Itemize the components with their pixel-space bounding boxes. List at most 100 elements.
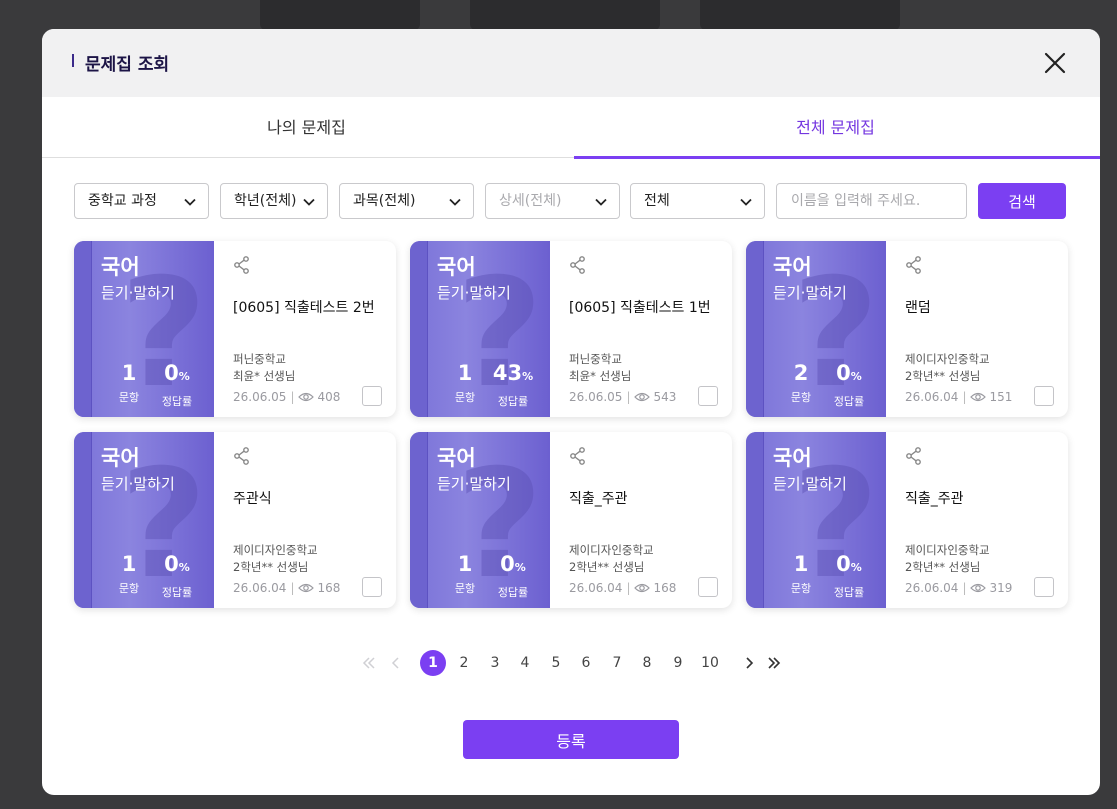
register-button[interactable]: 등록 — [463, 720, 679, 759]
modal-header: 문제집 조회 — [42, 29, 1100, 97]
grade-select-value: 학년(전체) — [234, 193, 297, 209]
card-subject: 국어 — [101, 446, 140, 470]
detail-select[interactable]: 상세(전체) — [485, 183, 620, 219]
select-checkbox[interactable] — [362, 577, 382, 597]
book-spine — [74, 432, 92, 608]
eye-icon — [298, 583, 315, 593]
card-views: 319 — [989, 581, 1013, 595]
tab-my-sets[interactable]: 나의 문제집 — [42, 97, 571, 158]
card-date: 26.06.05 — [233, 390, 287, 404]
search-input[interactable] — [776, 183, 967, 219]
card-title: 주관식 — [233, 491, 272, 507]
select-checkbox[interactable] — [698, 577, 718, 597]
page-3[interactable]: 3 — [482, 650, 508, 676]
prev-page-button[interactable] — [383, 650, 409, 676]
share-icon[interactable] — [232, 255, 252, 275]
meta-separator: | — [290, 581, 295, 595]
course-select-value: 중학교 과정 — [88, 193, 157, 209]
correct-rate: 0% 정답률 — [156, 361, 198, 409]
problem-set-card[interactable]: ? 국어 듣기·말하기 1 문항 0% 정답률 [0605] 직출테스트 2번 … — [74, 241, 396, 417]
background-tab — [470, 0, 660, 30]
share-icon[interactable] — [568, 446, 588, 466]
tab-bar: 나의 문제집 전체 문제집 — [42, 97, 1100, 159]
page-10[interactable]: 10 — [695, 650, 725, 676]
book-spine — [410, 241, 428, 417]
page-5[interactable]: 5 — [543, 650, 569, 676]
card-teacher: 2학년** 선생님 — [905, 369, 981, 383]
eye-icon — [970, 583, 987, 593]
subject-select[interactable]: 과목(전체) — [339, 183, 474, 219]
detail-select-value: 상세(전체) — [499, 193, 562, 209]
eye-icon — [970, 392, 987, 402]
card-meta: 26.06.04 | 151 — [905, 390, 1012, 404]
problem-set-card[interactable]: ? 국어 듣기·말하기 1 문항 0% 정답률 주관식 제이디자인중학교 2학년… — [74, 432, 396, 608]
tab-all-sets[interactable]: 전체 문제집 — [571, 97, 1100, 159]
correct-rate: 43% 정답률 — [488, 361, 538, 409]
card-subcategory: 듣기·말하기 — [101, 475, 175, 493]
select-checkbox[interactable] — [1034, 386, 1054, 406]
page-8[interactable]: 8 — [634, 650, 660, 676]
share-icon[interactable] — [904, 446, 924, 466]
share-icon[interactable] — [232, 446, 252, 466]
next-page-button[interactable] — [736, 650, 762, 676]
card-meta: 26.06.04 | 168 — [233, 581, 340, 595]
page-7[interactable]: 7 — [604, 650, 630, 676]
card-school: 퍼닌중학교 — [569, 352, 622, 366]
page-1[interactable]: 1 — [420, 650, 446, 676]
card-cover: ? 국어 듣기·말하기 1 문항 0% 정답률 — [74, 432, 214, 608]
card-subcategory: 듣기·말하기 — [437, 475, 511, 493]
card-subcategory: 듣기·말하기 — [101, 284, 175, 302]
correct-rate: 0% 정답률 — [156, 552, 198, 600]
percent-sign: % — [178, 561, 190, 574]
chevron-down-icon — [449, 198, 461, 206]
share-icon[interactable] — [904, 255, 924, 275]
card-title: 직출_주관 — [569, 491, 628, 507]
card-teacher: 2학년** 선생님 — [233, 560, 309, 574]
card-views: 151 — [989, 390, 1013, 404]
card-cover: ? 국어 듣기·말하기 1 문항 43% 정답률 — [410, 241, 550, 417]
question-count-value: 1 — [121, 552, 137, 576]
card-teacher: 2학년** 선생님 — [905, 560, 981, 574]
card-views: 543 — [653, 390, 677, 404]
card-views: 408 — [317, 390, 341, 404]
scope-select[interactable]: 전체 — [630, 183, 765, 219]
question-count: 1 문항 — [784, 552, 818, 596]
chevron-right-icon — [746, 657, 754, 669]
question-count-value: 1 — [793, 552, 809, 576]
share-icon[interactable] — [568, 255, 588, 275]
course-select[interactable]: 중학교 과정 — [74, 183, 209, 219]
page-2[interactable]: 2 — [451, 650, 477, 676]
card-title: 직출_주관 — [905, 491, 964, 507]
select-checkbox[interactable] — [362, 386, 382, 406]
problem-set-modal: 문제집 조회 나의 문제집 전체 문제집 중학교 과정 학년(전체) 과목(전체… — [42, 29, 1100, 795]
card-subject: 국어 — [773, 255, 812, 279]
problem-set-card[interactable]: ? 국어 듣기·말하기 1 문항 43% 정답률 [0605] 직출테스트 1번… — [410, 241, 732, 417]
first-page-button[interactable] — [356, 650, 382, 676]
problem-set-card[interactable]: ? 국어 듣기·말하기 1 문항 0% 정답률 직출_주관 제이디자인중학교 2… — [410, 432, 732, 608]
question-count-value: 2 — [793, 361, 809, 385]
book-spine — [410, 432, 428, 608]
page-4[interactable]: 4 — [512, 650, 538, 676]
eye-icon — [634, 392, 651, 402]
meta-separator: | — [626, 390, 631, 404]
search-button[interactable]: 검색 — [978, 183, 1066, 219]
card-date: 26.06.04 — [905, 581, 959, 595]
select-checkbox[interactable] — [1034, 577, 1054, 597]
problem-set-card[interactable]: ? 국어 듣기·말하기 1 문항 0% 정답률 직출_주관 제이디자인중학교 2… — [746, 432, 1068, 608]
double-chevron-left-icon — [362, 657, 375, 669]
card-school: 제이디자인중학교 — [569, 543, 654, 557]
correct-rate-value: 0 — [836, 552, 851, 576]
problem-set-card[interactable]: ? 국어 듣기·말하기 2 문항 0% 정답률 랜덤 제이디자인중학교 2학년*… — [746, 241, 1068, 417]
select-checkbox[interactable] — [698, 386, 718, 406]
double-chevron-right-icon — [768, 657, 781, 669]
page-9[interactable]: 9 — [665, 650, 691, 676]
close-button[interactable] — [1042, 50, 1068, 76]
card-title: 랜덤 — [905, 300, 931, 316]
grade-select[interactable]: 학년(전체) — [220, 183, 328, 219]
card-cover: ? 국어 듣기·말하기 1 문항 0% 정답률 — [746, 432, 886, 608]
last-page-button[interactable] — [761, 650, 787, 676]
page-6[interactable]: 6 — [573, 650, 599, 676]
book-spine — [746, 432, 764, 608]
correct-rate: 0% 정답률 — [492, 552, 534, 600]
question-count-label: 문항 — [118, 391, 140, 404]
